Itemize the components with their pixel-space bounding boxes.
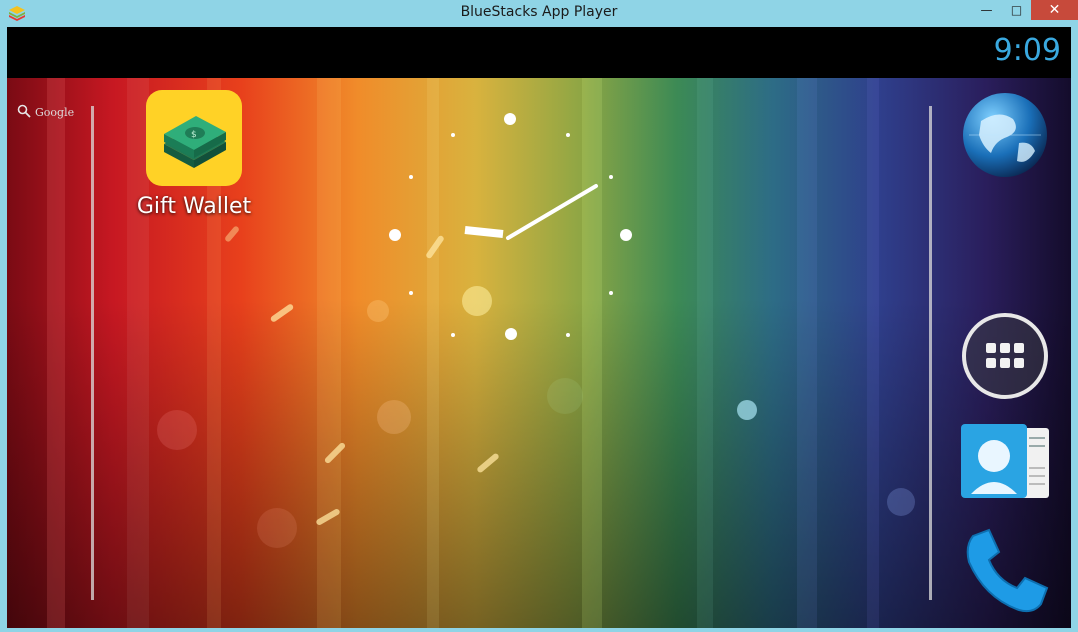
page-indicator-left <box>91 106 94 600</box>
status-time: 9:09 <box>993 33 1061 68</box>
close-button[interactable]: ✕ <box>1031 0 1078 20</box>
gift-wallet-app-label[interactable]: Gift Wallet <box>117 194 271 219</box>
clock-tick-6 <box>505 328 517 340</box>
status-bar: 9:09 <box>7 27 1071 78</box>
money-stack-icon: $ <box>164 116 226 168</box>
window-title: BlueStacks App Player <box>460 4 618 20</box>
analog-clock-widget[interactable] <box>385 94 635 344</box>
home-wallpaper: Google $ Gift Wallet <box>7 78 1071 628</box>
window-titlebar: BlueStacks App Player — □ ✕ <box>0 0 1078 27</box>
search-icon <box>17 104 31 121</box>
minimize-button[interactable]: — <box>970 0 1003 20</box>
google-search-label: Google <box>35 106 75 119</box>
gift-wallet-app-icon[interactable]: $ <box>146 90 242 186</box>
page-indicator-right <box>929 106 932 600</box>
browser-globe-icon[interactable] <box>961 91 1049 179</box>
android-screen: 9:09 Google $ Gift Wallet <box>7 27 1071 628</box>
svg-text:$: $ <box>191 130 197 140</box>
phone-icon[interactable] <box>959 526 1051 618</box>
contacts-icon[interactable] <box>959 424 1051 502</box>
google-search-widget[interactable]: Google <box>17 104 74 121</box>
all-apps-icon[interactable] <box>960 311 1050 401</box>
maximize-button[interactable]: □ <box>1003 0 1030 20</box>
